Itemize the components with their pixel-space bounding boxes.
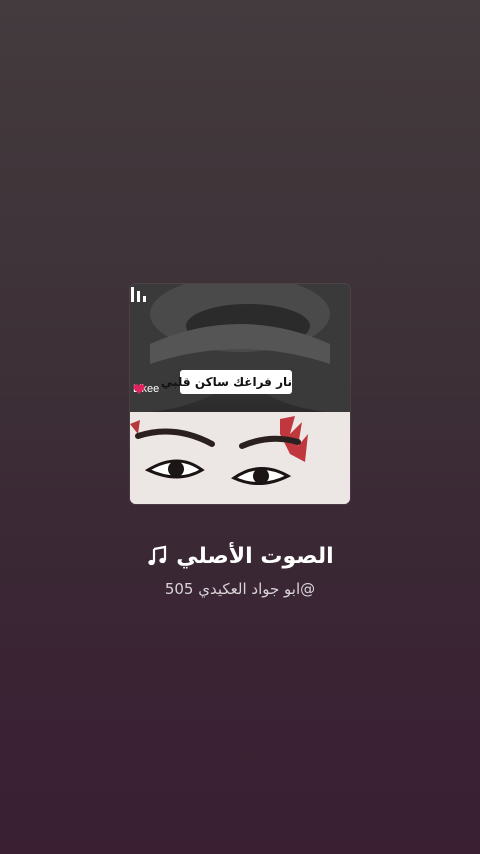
album-art-image: [130, 284, 350, 504]
likee-watermark: Likee: [133, 383, 159, 395]
likee-heart-icon: [133, 384, 145, 394]
sound-author[interactable]: @ابو جواد العكيدي 505: [0, 580, 480, 598]
video-caption: نار فراغك ساكن قلبي: [161, 370, 292, 394]
album-art[interactable]: Likee نار فراغك ساكن قلبي: [130, 284, 350, 504]
pause-icon[interactable]: [130, 284, 148, 302]
sound-title: الصوت الأصلي: [176, 543, 334, 569]
sound-title-row: الصوت الأصلي: [0, 536, 480, 576]
music-note-icon: [148, 545, 167, 566]
